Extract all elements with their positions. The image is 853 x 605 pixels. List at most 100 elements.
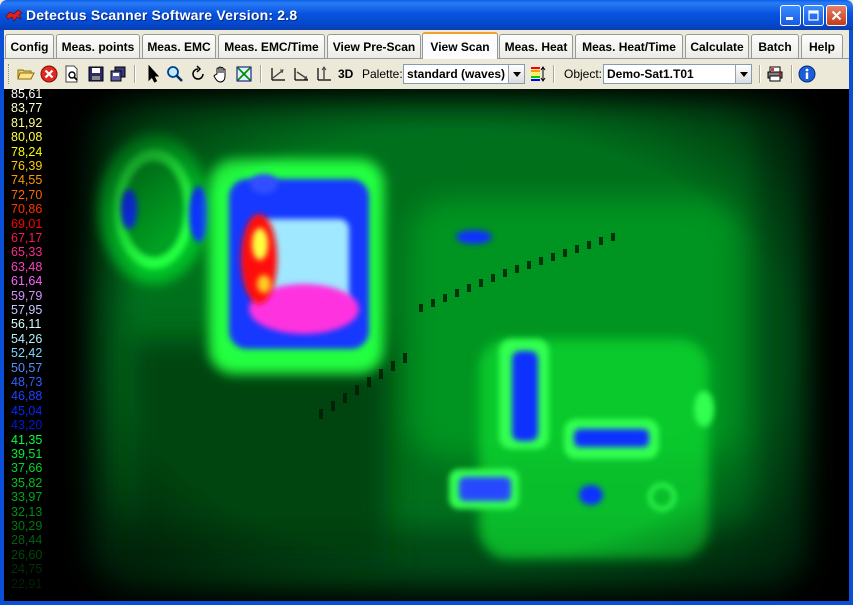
- axis-x-button[interactable]: [268, 64, 288, 84]
- stop-icon: [40, 65, 58, 83]
- legend-value: 59,79: [11, 288, 43, 303]
- fit-icon: [236, 66, 252, 82]
- print-icon: [767, 66, 783, 82]
- tab-view-scan[interactable]: View Scan: [422, 32, 498, 59]
- legend-value: 74,55: [11, 173, 43, 188]
- legend-value: 56,11: [11, 317, 42, 332]
- preview-icon: [65, 65, 78, 83]
- toolbar-separator: [759, 65, 761, 83]
- title-bar: Detectus Scanner Software Version: 2.8: [0, 0, 853, 30]
- info-button[interactable]: [797, 64, 817, 84]
- heatmap-image[interactable]: [59, 89, 849, 601]
- legend-value: 61,64: [11, 274, 43, 289]
- copy-button[interactable]: [108, 64, 128, 84]
- legend-value: 28,44: [11, 533, 43, 548]
- scan-view[interactable]: 85,61 83,77 81,92 80,08 78,24 76,39 74,55 72,70…: [4, 89, 849, 601]
- axis-y-button[interactable]: [291, 64, 311, 84]
- zoom-button[interactable]: [165, 64, 185, 84]
- edge-vignette: [59, 89, 849, 601]
- preview-button[interactable]: [62, 64, 82, 84]
- tab-meas-heat[interactable]: Meas. Heat: [499, 34, 573, 58]
- tab-meas-points[interactable]: Meas. points: [56, 34, 140, 58]
- legend-value: 22,91: [11, 576, 43, 591]
- pointer-icon: [148, 65, 160, 83]
- close-icon: [831, 10, 842, 21]
- axis-x-icon: [271, 68, 285, 81]
- open-button[interactable]: [16, 64, 36, 84]
- tab-view-pre-scan[interactable]: View Pre-Scan: [327, 34, 421, 58]
- window-frame-bottom: [0, 601, 853, 605]
- axis-y-icon: [294, 68, 308, 81]
- legend-value: 41,35: [11, 432, 43, 447]
- rotate-icon: [192, 65, 204, 80]
- legend-value: 85,61: [11, 89, 43, 101]
- legend-value: 39,51: [11, 447, 43, 461]
- legend-value: 32,13: [11, 504, 43, 519]
- legend-value: 33,97: [11, 490, 43, 505]
- legend-value: 45,04: [11, 403, 43, 418]
- copy-icon: [110, 66, 126, 82]
- toolbar-grip: [8, 64, 11, 84]
- window-frame-right: [849, 30, 853, 605]
- zoom-icon: [167, 66, 183, 82]
- legend-value: 24,75: [11, 562, 43, 577]
- legend-value: 63,48: [11, 259, 43, 274]
- legend-value: 76,39: [11, 159, 43, 173]
- rotate-button[interactable]: [188, 64, 208, 84]
- object-select[interactable]: Demo-Sat1.T01: [603, 64, 752, 84]
- view-3d-button[interactable]: 3D: [338, 67, 353, 81]
- window-title: Detectus Scanner Software Version: 2.8: [26, 7, 298, 23]
- color-scale-legend: 85,61 83,77 81,92 80,08 78,24 76,39 74,55 72,70…: [8, 89, 58, 601]
- pan-hand-icon: [213, 66, 226, 83]
- object-dropdown-arrow[interactable]: [735, 65, 751, 83]
- minimize-icon: [786, 17, 793, 20]
- toolbar-separator: [260, 65, 262, 83]
- legend-value: 54,26: [11, 331, 43, 346]
- tab-config[interactable]: Config: [5, 34, 54, 58]
- palette-colors-button[interactable]: [528, 64, 548, 84]
- legend-value: 46,88: [11, 389, 43, 404]
- app-icon: [5, 9, 23, 22]
- legend-value: 48,73: [11, 375, 43, 389]
- pointer-button[interactable]: [143, 64, 163, 84]
- fit-button[interactable]: [234, 64, 254, 84]
- maximize-icon: [808, 10, 819, 21]
- legend-value: 83,77: [11, 101, 43, 116]
- legend-value: 78,24: [11, 144, 43, 159]
- chevron-down-icon: [512, 71, 521, 77]
- close-button[interactable]: [826, 5, 847, 26]
- stop-button[interactable]: [39, 64, 59, 84]
- pan-button[interactable]: [211, 64, 231, 84]
- toolbar-separator: [553, 65, 555, 83]
- legend-value: 81,92: [11, 115, 43, 130]
- legend-value: 72,70: [11, 187, 43, 202]
- palette-dropdown-arrow[interactable]: [508, 65, 524, 83]
- palette-colors-icon: [531, 66, 546, 82]
- tab-help[interactable]: Help: [801, 34, 843, 58]
- legend-value: 50,57: [11, 360, 43, 375]
- maximize-button[interactable]: [803, 5, 824, 26]
- tab-batch[interactable]: Batch: [751, 34, 799, 58]
- tab-meas-emc-time[interactable]: Meas. EMC/Time: [218, 34, 325, 58]
- object-label: Object:: [564, 67, 603, 81]
- palette-value: standard (waves): [407, 67, 506, 81]
- axis-z-button[interactable]: [314, 64, 334, 84]
- legend-value: 37,66: [11, 461, 43, 476]
- save-icon: [88, 66, 104, 82]
- chevron-down-icon: [739, 71, 748, 77]
- print-button[interactable]: [765, 64, 785, 84]
- tab-meas-heat-time[interactable]: Meas. Heat/Time: [575, 34, 683, 58]
- legend-value: 65,33: [11, 245, 43, 260]
- minimize-button[interactable]: [780, 5, 801, 26]
- tab-meas-emc[interactable]: Meas. EMC: [142, 34, 216, 58]
- tab-bar: Config Meas. points Meas. EMC Meas. EMC/…: [4, 32, 849, 59]
- save-button[interactable]: [86, 64, 106, 84]
- toolbar-separator: [791, 65, 793, 83]
- toolbar-separator: [134, 65, 136, 83]
- tab-calculate[interactable]: Calculate: [685, 34, 749, 58]
- palette-select[interactable]: standard (waves): [403, 64, 525, 84]
- legend-value: 69,01: [11, 216, 43, 231]
- legend-value: 43,20: [11, 418, 43, 433]
- open-folder-icon: [17, 69, 35, 80]
- legend-value: 30,29: [11, 519, 43, 533]
